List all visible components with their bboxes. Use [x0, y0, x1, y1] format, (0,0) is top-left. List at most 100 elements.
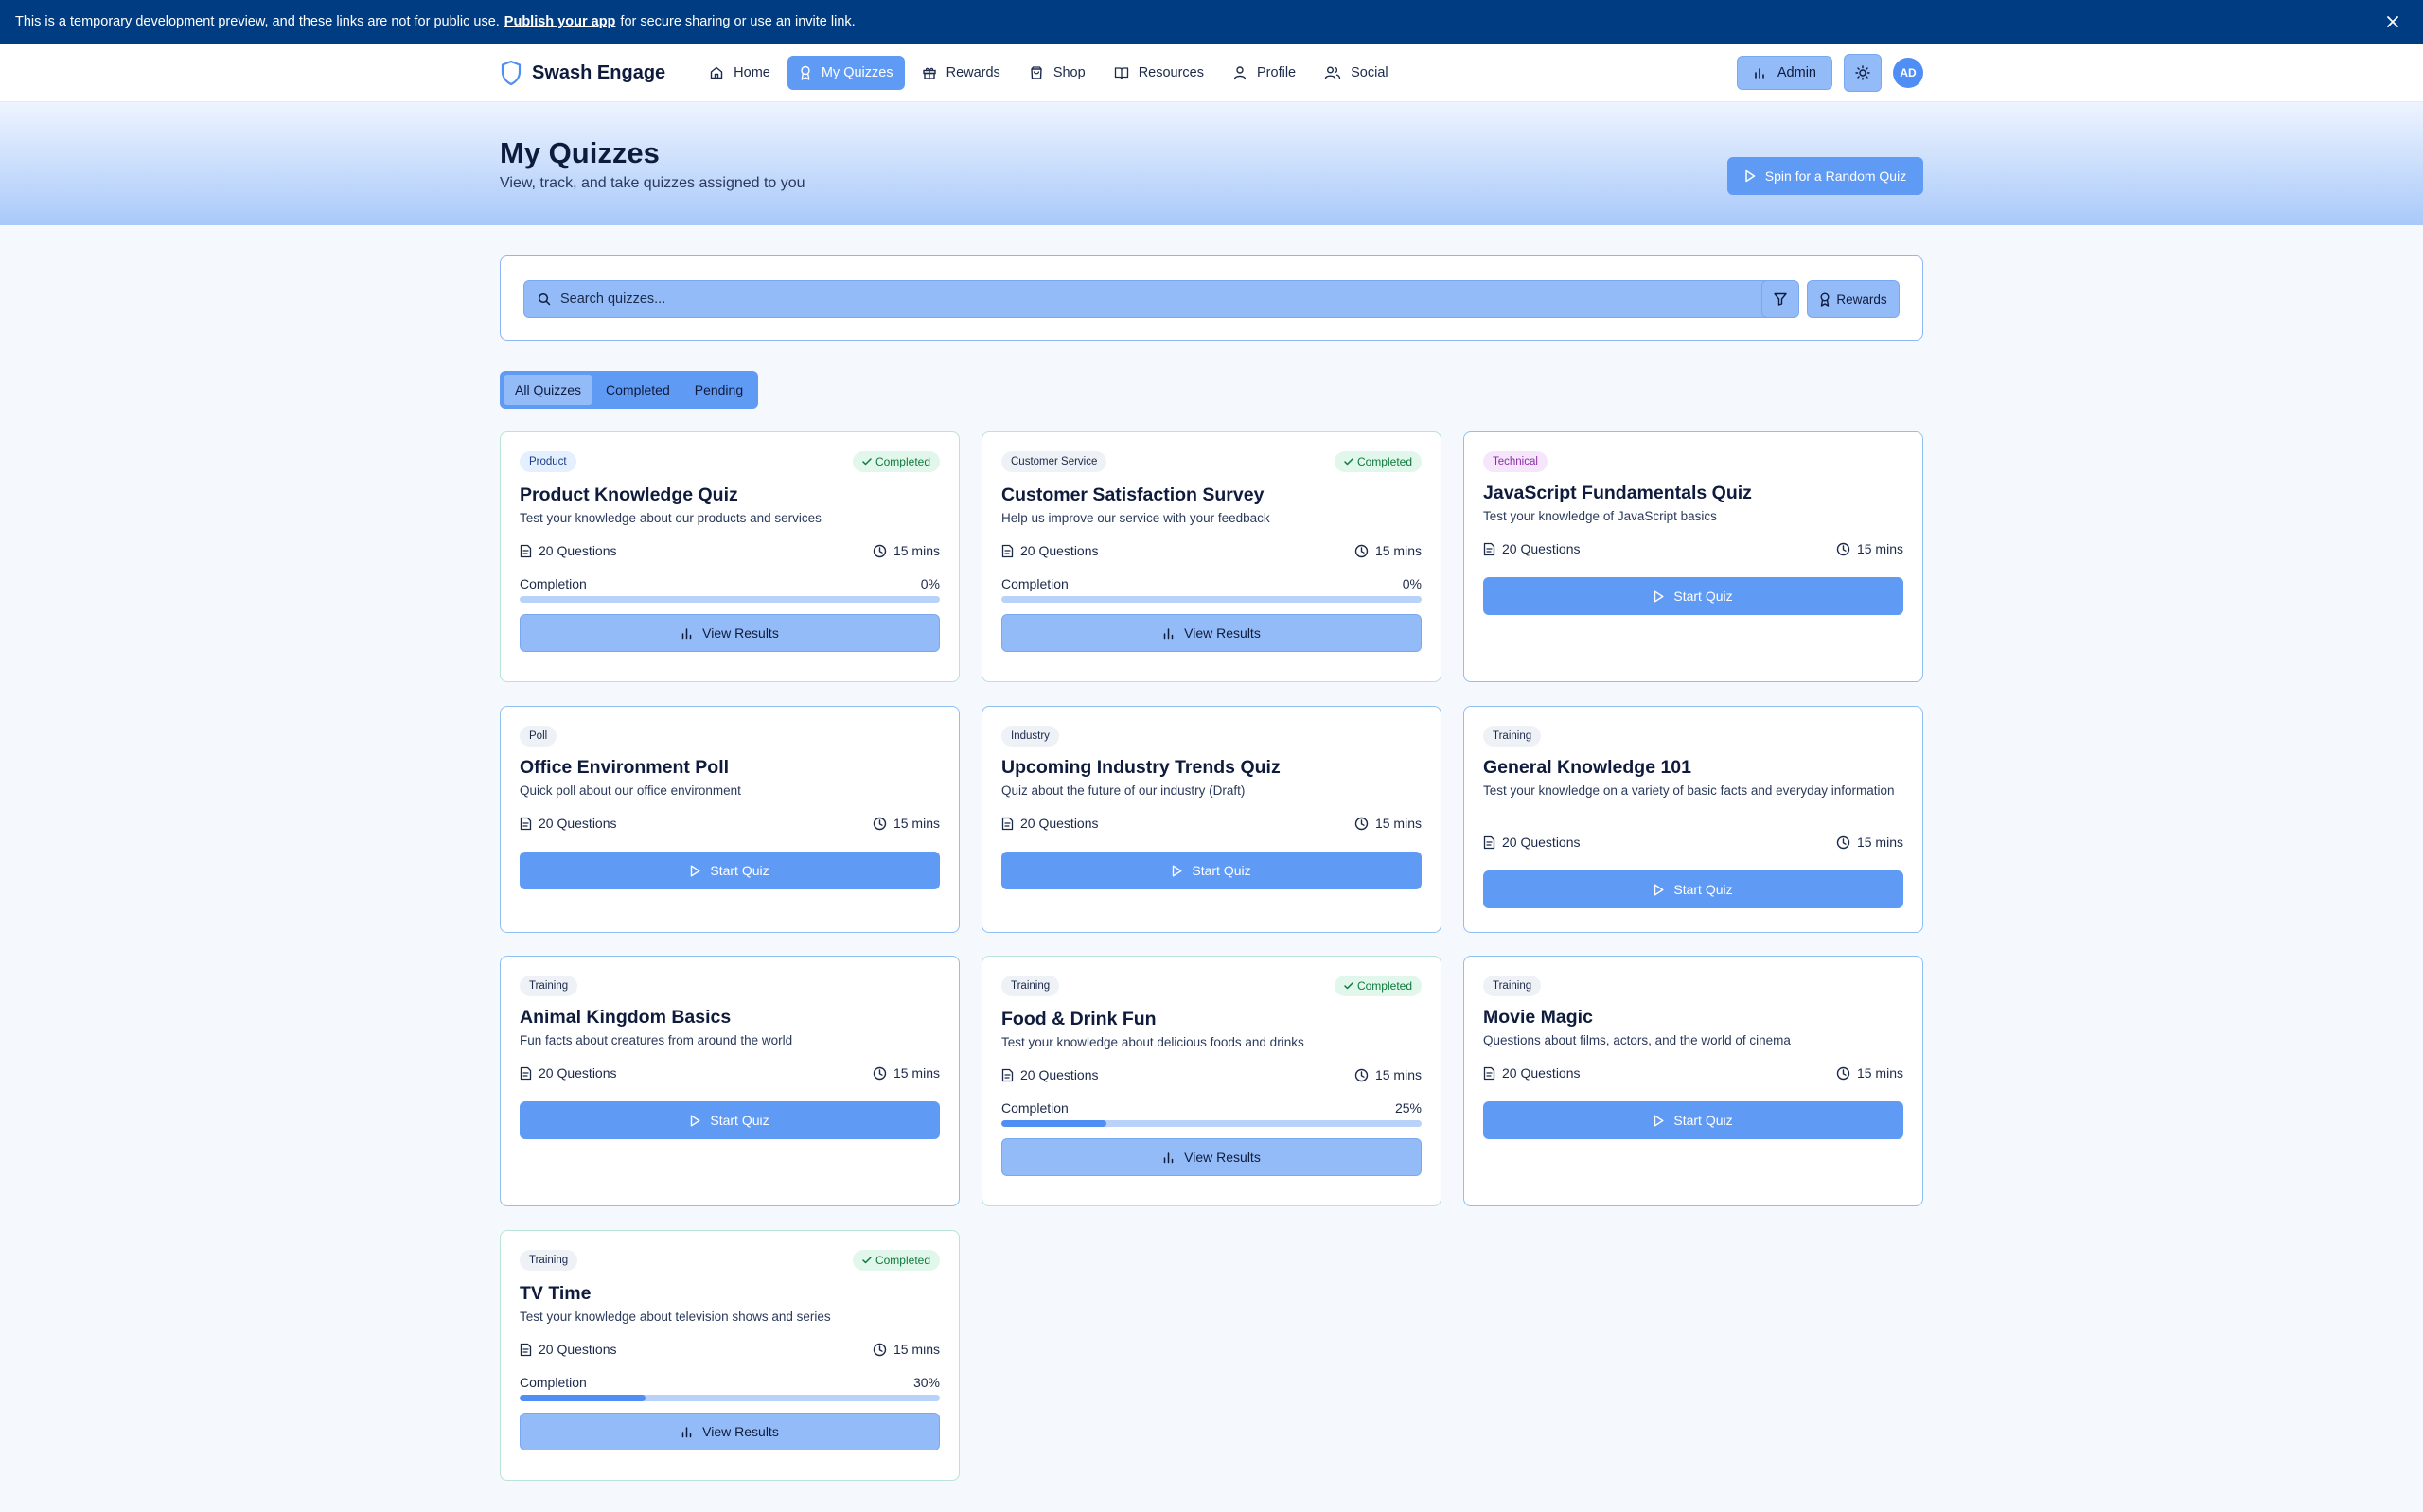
search-icon	[538, 292, 551, 306]
completion-value: 25%	[1394, 1100, 1422, 1116]
start-quiz-label: Start Quiz	[1192, 863, 1251, 878]
quiz-card: Industry Upcoming Industry Trends Quiz Qui…	[982, 706, 1441, 933]
quiz-description: Quiz about the future of our industry (D…	[1001, 783, 1246, 798]
nav-link-my-quizzes[interactable]: My Quizzes	[787, 56, 905, 90]
start-quiz-button[interactable]: Start Quiz	[1483, 870, 1903, 908]
clock-icon	[873, 1343, 887, 1357]
nav-link-profile[interactable]: Profile	[1221, 56, 1307, 90]
play-icon	[690, 865, 700, 877]
category-badge: Technical	[1483, 451, 1548, 472]
start-quiz-button[interactable]: Start Quiz	[520, 1101, 940, 1139]
view-results-label: View Results	[702, 625, 779, 641]
dev-preview-banner: This is a temporary development preview,…	[0, 0, 2423, 44]
quiz-card: Training Animal Kingdom Basics Fun facts a…	[500, 956, 960, 1206]
view-results-button[interactable]: View Results	[1001, 614, 1422, 652]
nav-link-label: Rewards	[946, 65, 1000, 80]
duration-label: 15 mins	[1856, 835, 1903, 850]
book-icon	[1114, 65, 1129, 80]
clock-icon	[1354, 817, 1369, 831]
tab-completed[interactable]: Completed	[594, 375, 681, 405]
theme-toggle-button[interactable]	[1844, 54, 1882, 92]
quiz-card: Training Movie Magic Questions about films…	[1463, 956, 1923, 1206]
quiz-card: Product Completed Product Knowledge Quiz Te…	[500, 431, 960, 682]
nav-link-label: Shop	[1052, 65, 1086, 80]
completed-badge: Completed	[1334, 976, 1422, 996]
view-results-button[interactable]: View Results	[520, 614, 940, 652]
nav-link-social[interactable]: Social	[1313, 56, 1400, 90]
nav-link-label: Profile	[1257, 65, 1297, 80]
close-icon[interactable]	[2381, 10, 2404, 33]
quiz-card: Training Completed Food & Drink Fun Test yo…	[982, 956, 1441, 1206]
category-badge: Product	[520, 451, 576, 472]
page-subtitle: View, track, and take quizzes assigned t…	[500, 175, 805, 191]
start-quiz-button[interactable]: Start Quiz	[1001, 852, 1422, 889]
quiz-title: Office Environment Poll	[520, 757, 730, 778]
start-quiz-button[interactable]: Start Quiz	[520, 852, 940, 889]
file-icon	[520, 544, 532, 558]
nav-link-shop[interactable]: Shop	[1017, 56, 1097, 90]
start-quiz-button[interactable]: Start Quiz	[1483, 577, 1903, 615]
completion-progress-bar	[1001, 596, 1422, 603]
brand-logo[interactable]: Swash Engage	[500, 60, 665, 86]
file-icon	[1001, 1068, 1014, 1082]
question-count: 20 Questions	[520, 1065, 617, 1081]
search-input[interactable]	[560, 281, 1772, 317]
file-icon	[520, 1066, 532, 1081]
check-icon	[862, 458, 872, 466]
question-count-label: 20 Questions	[1020, 1067, 1099, 1082]
tab-pending[interactable]: Pending	[683, 375, 754, 405]
start-quiz-button[interactable]: Start Quiz	[1483, 1101, 1903, 1139]
completed-label: Completed	[1356, 979, 1412, 993]
search-panel: Rewards	[500, 255, 1923, 341]
spin-label: Spin for a Random Quiz	[1764, 168, 1907, 184]
question-count-label: 20 Questions	[1502, 1065, 1581, 1081]
question-count: 20 Questions	[1001, 816, 1099, 831]
quiz-description: Help us improve our service with your fe…	[1001, 511, 1270, 525]
completion-label: Completion	[1001, 576, 1069, 591]
view-results-label: View Results	[702, 1424, 779, 1439]
nav-link-home[interactable]: Home	[698, 56, 782, 90]
duration-label: 15 mins	[893, 1342, 940, 1357]
spin-random-quiz-button[interactable]: Spin for a Random Quiz	[1727, 157, 1923, 195]
play-icon	[1654, 590, 1664, 603]
quiz-description: Test your knowledge about delicious food…	[1001, 1035, 1304, 1049]
category-badge: Customer Service	[1001, 451, 1107, 472]
page-header: My Quizzes View, track, and take quizzes…	[0, 102, 2423, 225]
duration: 15 mins	[1836, 835, 1903, 850]
nav-link-rewards[interactable]: Rewards	[911, 56, 1012, 90]
file-icon	[520, 817, 532, 831]
quiz-title: Animal Kingdom Basics	[520, 1007, 732, 1028]
question-count-label: 20 Questions	[539, 816, 617, 831]
completed-label: Completed	[875, 1254, 930, 1267]
view-results-button[interactable]: View Results	[1001, 1138, 1422, 1176]
completion-label: Completion	[520, 1375, 587, 1390]
nav-link-resources[interactable]: Resources	[1103, 56, 1215, 90]
completion-row: Completion 30%	[520, 1375, 940, 1392]
question-count: 20 Questions	[1483, 835, 1581, 850]
clock-icon	[1836, 542, 1850, 556]
question-count: 20 Questions	[1483, 541, 1581, 556]
admin-button[interactable]: Admin	[1736, 56, 1832, 90]
check-icon	[1344, 982, 1353, 990]
file-icon	[1483, 1066, 1495, 1081]
question-count-label: 20 Questions	[539, 1065, 617, 1081]
completion-progress-bar	[1001, 1120, 1422, 1127]
question-count-label: 20 Questions	[1020, 543, 1099, 558]
tab-all-quizzes[interactable]: All Quizzes	[504, 375, 593, 405]
view-results-button[interactable]: View Results	[520, 1413, 940, 1450]
publish-app-link[interactable]: Publish your app	[504, 14, 616, 29]
quiz-meta: 20 Questions 15 mins	[1483, 539, 1903, 558]
avatar[interactable]: AD	[1893, 58, 1923, 88]
question-count: 20 Questions	[520, 1342, 617, 1357]
quiz-description: Test your knowledge about television sho…	[520, 1310, 831, 1324]
filter-button[interactable]	[1761, 280, 1799, 318]
quiz-meta: 20 Questions 15 mins	[1001, 814, 1422, 833]
quiz-card: Training General Knowledge 101 Test your k…	[1463, 706, 1923, 933]
completion-value: 30%	[912, 1375, 940, 1390]
quiz-card: Poll Office Environment Poll Quick poll ab…	[500, 706, 960, 933]
play-icon	[1172, 865, 1182, 877]
rewards-button[interactable]: Rewards	[1807, 280, 1900, 318]
play-icon	[1744, 169, 1756, 183]
search-box[interactable]	[523, 280, 1773, 318]
quiz-title: Food & Drink Fun	[1001, 1009, 1157, 1029]
